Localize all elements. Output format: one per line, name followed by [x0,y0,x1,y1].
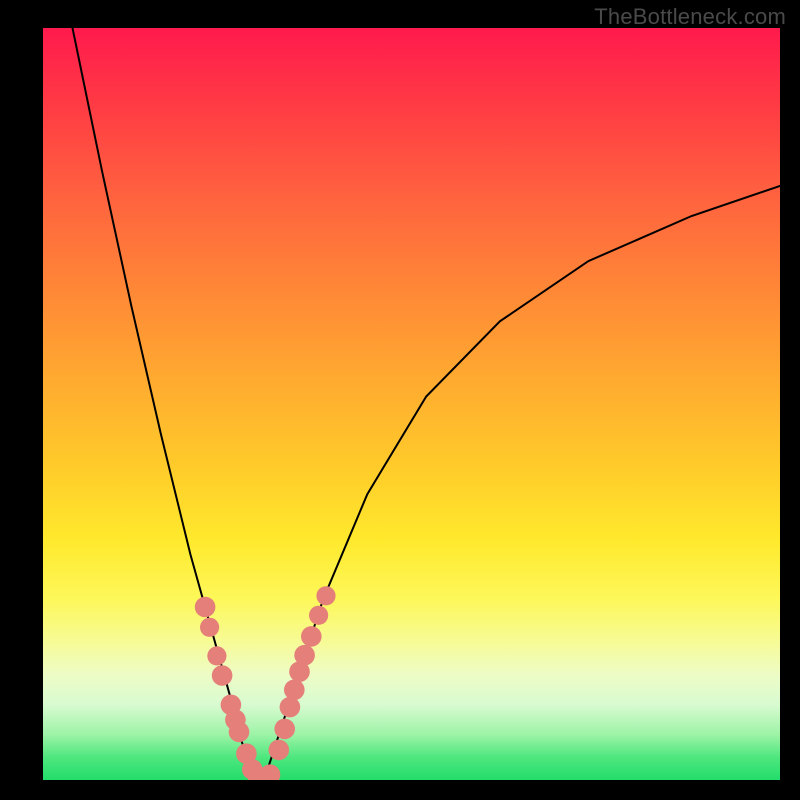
marker-dot [195,597,216,618]
curve-layer [43,28,780,780]
bottleneck-curve [73,28,781,780]
marker-dot [309,606,328,625]
marker-dot [207,646,226,665]
marker-dot [200,618,219,637]
watermark-text: TheBottleneck.com [594,4,786,30]
marker-dot [294,645,315,666]
marker-dot [212,665,233,686]
marker-dot [269,740,290,761]
plot-area [43,28,780,780]
marker-group [195,586,336,780]
chart-frame: TheBottleneck.com [0,0,800,800]
marker-dot [274,719,295,740]
marker-dot [229,722,250,743]
marker-dot [301,626,322,647]
marker-dot [280,697,301,718]
marker-dot [260,764,281,780]
marker-dot [284,680,305,701]
marker-dot [316,586,335,605]
